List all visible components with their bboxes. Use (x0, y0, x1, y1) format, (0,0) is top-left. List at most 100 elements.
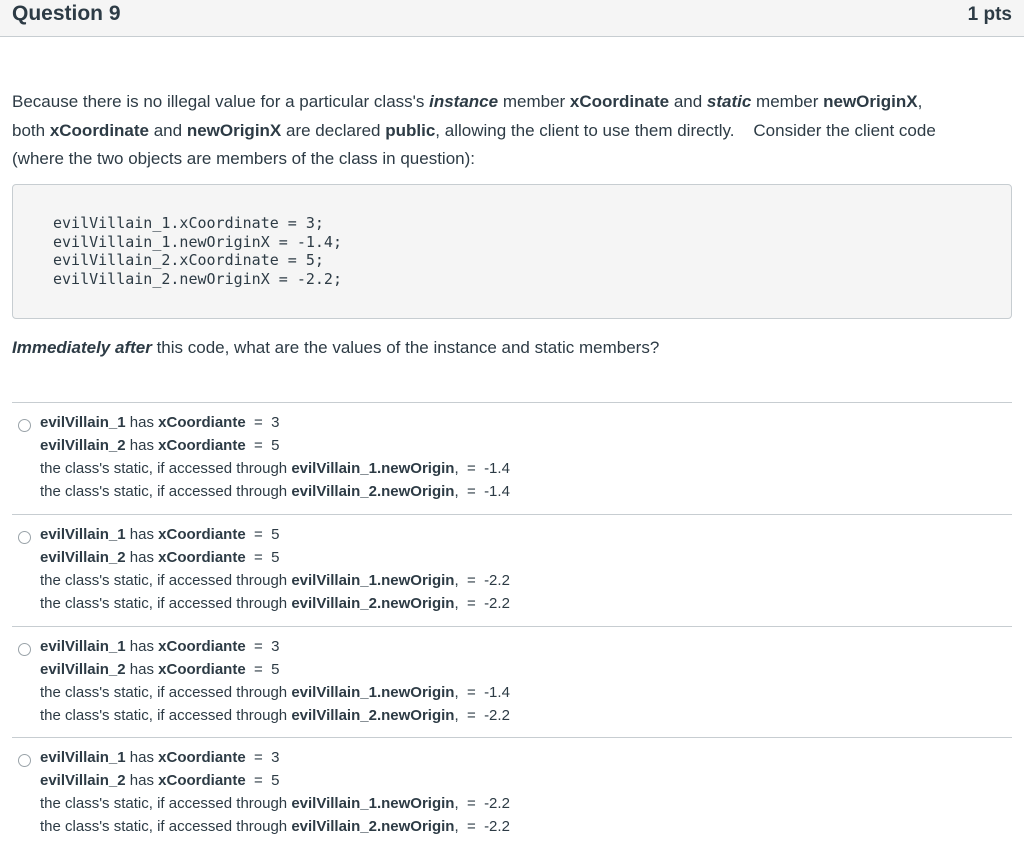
code-line: evilVillain_2.newOriginX = -2.2; (53, 269, 342, 288)
answer-line: the class's static, if accessed through … (40, 572, 510, 590)
member-name: evilVillain_1.newOrigin (291, 684, 455, 701)
member-name: evilVillain_2.newOrigin (291, 818, 455, 835)
value: -2.2 (484, 818, 510, 835)
member-name: xCoordiante (158, 437, 246, 454)
member-name: xCoordiante (158, 549, 246, 566)
prompt-emphasis: Immediately after (12, 338, 152, 357)
text-span: and (149, 120, 187, 140)
member-name: xCoordiante (158, 749, 246, 766)
code-line: evilVillain_1.newOriginX = -1.4; (53, 232, 342, 251)
text-span: , = (454, 707, 485, 724)
instance-keyword: instance (429, 92, 499, 111)
answer-line: evilVillain_2 has xCoordiante = 5 (40, 437, 279, 455)
answer-option-2[interactable]: evilVillain_1 has xCoordiante = 5 evilVi… (12, 525, 1012, 625)
radio-button[interactable] (18, 643, 31, 656)
object-name: evilVillain_2 (40, 772, 126, 789)
text-span: , = (454, 483, 485, 500)
value: = 5 (245, 661, 280, 678)
value: = 5 (245, 437, 280, 454)
text-span: and (669, 92, 707, 111)
object-name: evilVillain_2 (40, 549, 126, 566)
text-span: has (125, 526, 159, 543)
value: -1.4 (484, 684, 510, 701)
value: -2.2 (484, 795, 510, 812)
value: -1.4 (484, 483, 510, 500)
text-span: the class's static, if accessed through (40, 483, 292, 500)
text-span: the class's static, if accessed through (40, 684, 292, 701)
answer-divider (12, 626, 1012, 627)
question-line-1: Because there is no illegal value for a … (12, 88, 1012, 117)
answer-option-3[interactable]: evilVillain_1 has xCoordiante = 3 evilVi… (12, 637, 1012, 737)
answer-line: evilVillain_2 has xCoordiante = 5 (40, 661, 279, 679)
answer-line: evilVillain_1 has xCoordiante = 3 (40, 414, 279, 432)
member-name: xCoordiante (158, 526, 246, 543)
member-name: evilVillain_1.newOrigin (291, 572, 455, 589)
radio-button[interactable] (18, 754, 31, 767)
value: -2.2 (484, 595, 510, 612)
text-span: the class's static, if accessed through (40, 572, 292, 589)
object-name: evilVillain_2 (40, 437, 126, 454)
member-name: xCoordiante (158, 661, 246, 678)
text-span: the class's static, if accessed through (40, 595, 292, 612)
text-span: has (125, 772, 159, 789)
member-name: evilVillain_2.newOrigin (291, 707, 455, 724)
answer-option-4[interactable]: evilVillain_1 has xCoordiante = 3 evilVi… (12, 748, 1012, 848)
text-span: are declared (281, 120, 386, 140)
answer-option-1[interactable]: evilVillain_1 has xCoordiante = 3 evilVi… (12, 413, 1012, 513)
value: -1.4 (484, 460, 510, 477)
question-line-2: both xCoordinate and newOriginX are decl… (12, 117, 1012, 146)
question-title: Question 9 (12, 2, 121, 25)
answer-line: evilVillain_1 has xCoordiante = 3 (40, 638, 279, 656)
code-line: evilVillain_1.xCoordinate = 3; (53, 214, 324, 232)
value: = 3 (245, 638, 280, 655)
question-text: Because there is no illegal value for a … (12, 88, 1012, 174)
answer-line: the class's static, if accessed through … (40, 460, 510, 478)
text-span: the class's static, if accessed through (40, 460, 292, 477)
text-span: both (12, 120, 50, 140)
text-span: , = (454, 818, 485, 835)
xcoordinate-term: xCoordinate (569, 92, 670, 111)
value: = 5 (245, 772, 280, 789)
value: = 3 (245, 414, 280, 431)
text-span: member (498, 92, 570, 111)
text-span: has (125, 549, 159, 566)
neworiginx-term: newOriginX (186, 120, 282, 140)
radio-button[interactable] (18, 419, 31, 432)
quiz-page: Question 9 1 pts Because there is no ill… (0, 0, 1024, 853)
member-name: xCoordiante (158, 638, 246, 655)
question-line-3: (where the two objects are members of th… (12, 149, 475, 168)
value: = 5 (245, 526, 280, 543)
object-name: evilVillain_1 (40, 638, 126, 655)
text-span: has (125, 414, 159, 431)
object-name: evilVillain_2 (40, 661, 126, 678)
value: -2.2 (484, 572, 510, 589)
object-name: evilVillain_1 (40, 526, 126, 543)
member-name: xCoordiante (158, 772, 246, 789)
text-span: , (917, 92, 923, 111)
radio-button[interactable] (18, 531, 31, 544)
answer-divider (12, 737, 1012, 738)
answer-line: the class's static, if accessed through … (40, 707, 510, 725)
member-name: evilVillain_1.newOrigin (291, 795, 455, 812)
neworiginx-term: newOriginX (823, 92, 918, 111)
text-span: Because there is no illegal value for a … (12, 92, 430, 111)
object-name: evilVillain_1 (40, 749, 126, 766)
member-name: evilVillain_2.newOrigin (291, 483, 455, 500)
text-span: has (125, 638, 159, 655)
answer-line: evilVillain_2 has xCoordiante = 5 (40, 549, 279, 567)
question-prompt: Immediately after this code, what are th… (12, 335, 659, 361)
text-span: has (125, 749, 159, 766)
member-name: evilVillain_2.newOrigin (291, 595, 455, 612)
value: = 3 (245, 749, 280, 766)
answer-line: evilVillain_2 has xCoordiante = 5 (40, 772, 279, 790)
member-name: xCoordiante (158, 414, 246, 431)
text-span: , = (454, 460, 485, 477)
question-points: 1 pts (967, 4, 1012, 25)
member-name: evilVillain_1.newOrigin (291, 460, 455, 477)
xcoordinate-term: xCoordinate (49, 120, 149, 140)
text-span: has (125, 661, 159, 678)
text-span: the class's static, if accessed through (40, 707, 292, 724)
text-span: , allowing the client to use them direct… (435, 120, 936, 140)
static-keyword: static (706, 92, 752, 111)
code-line: evilVillain_2.xCoordinate = 5; (53, 251, 324, 269)
